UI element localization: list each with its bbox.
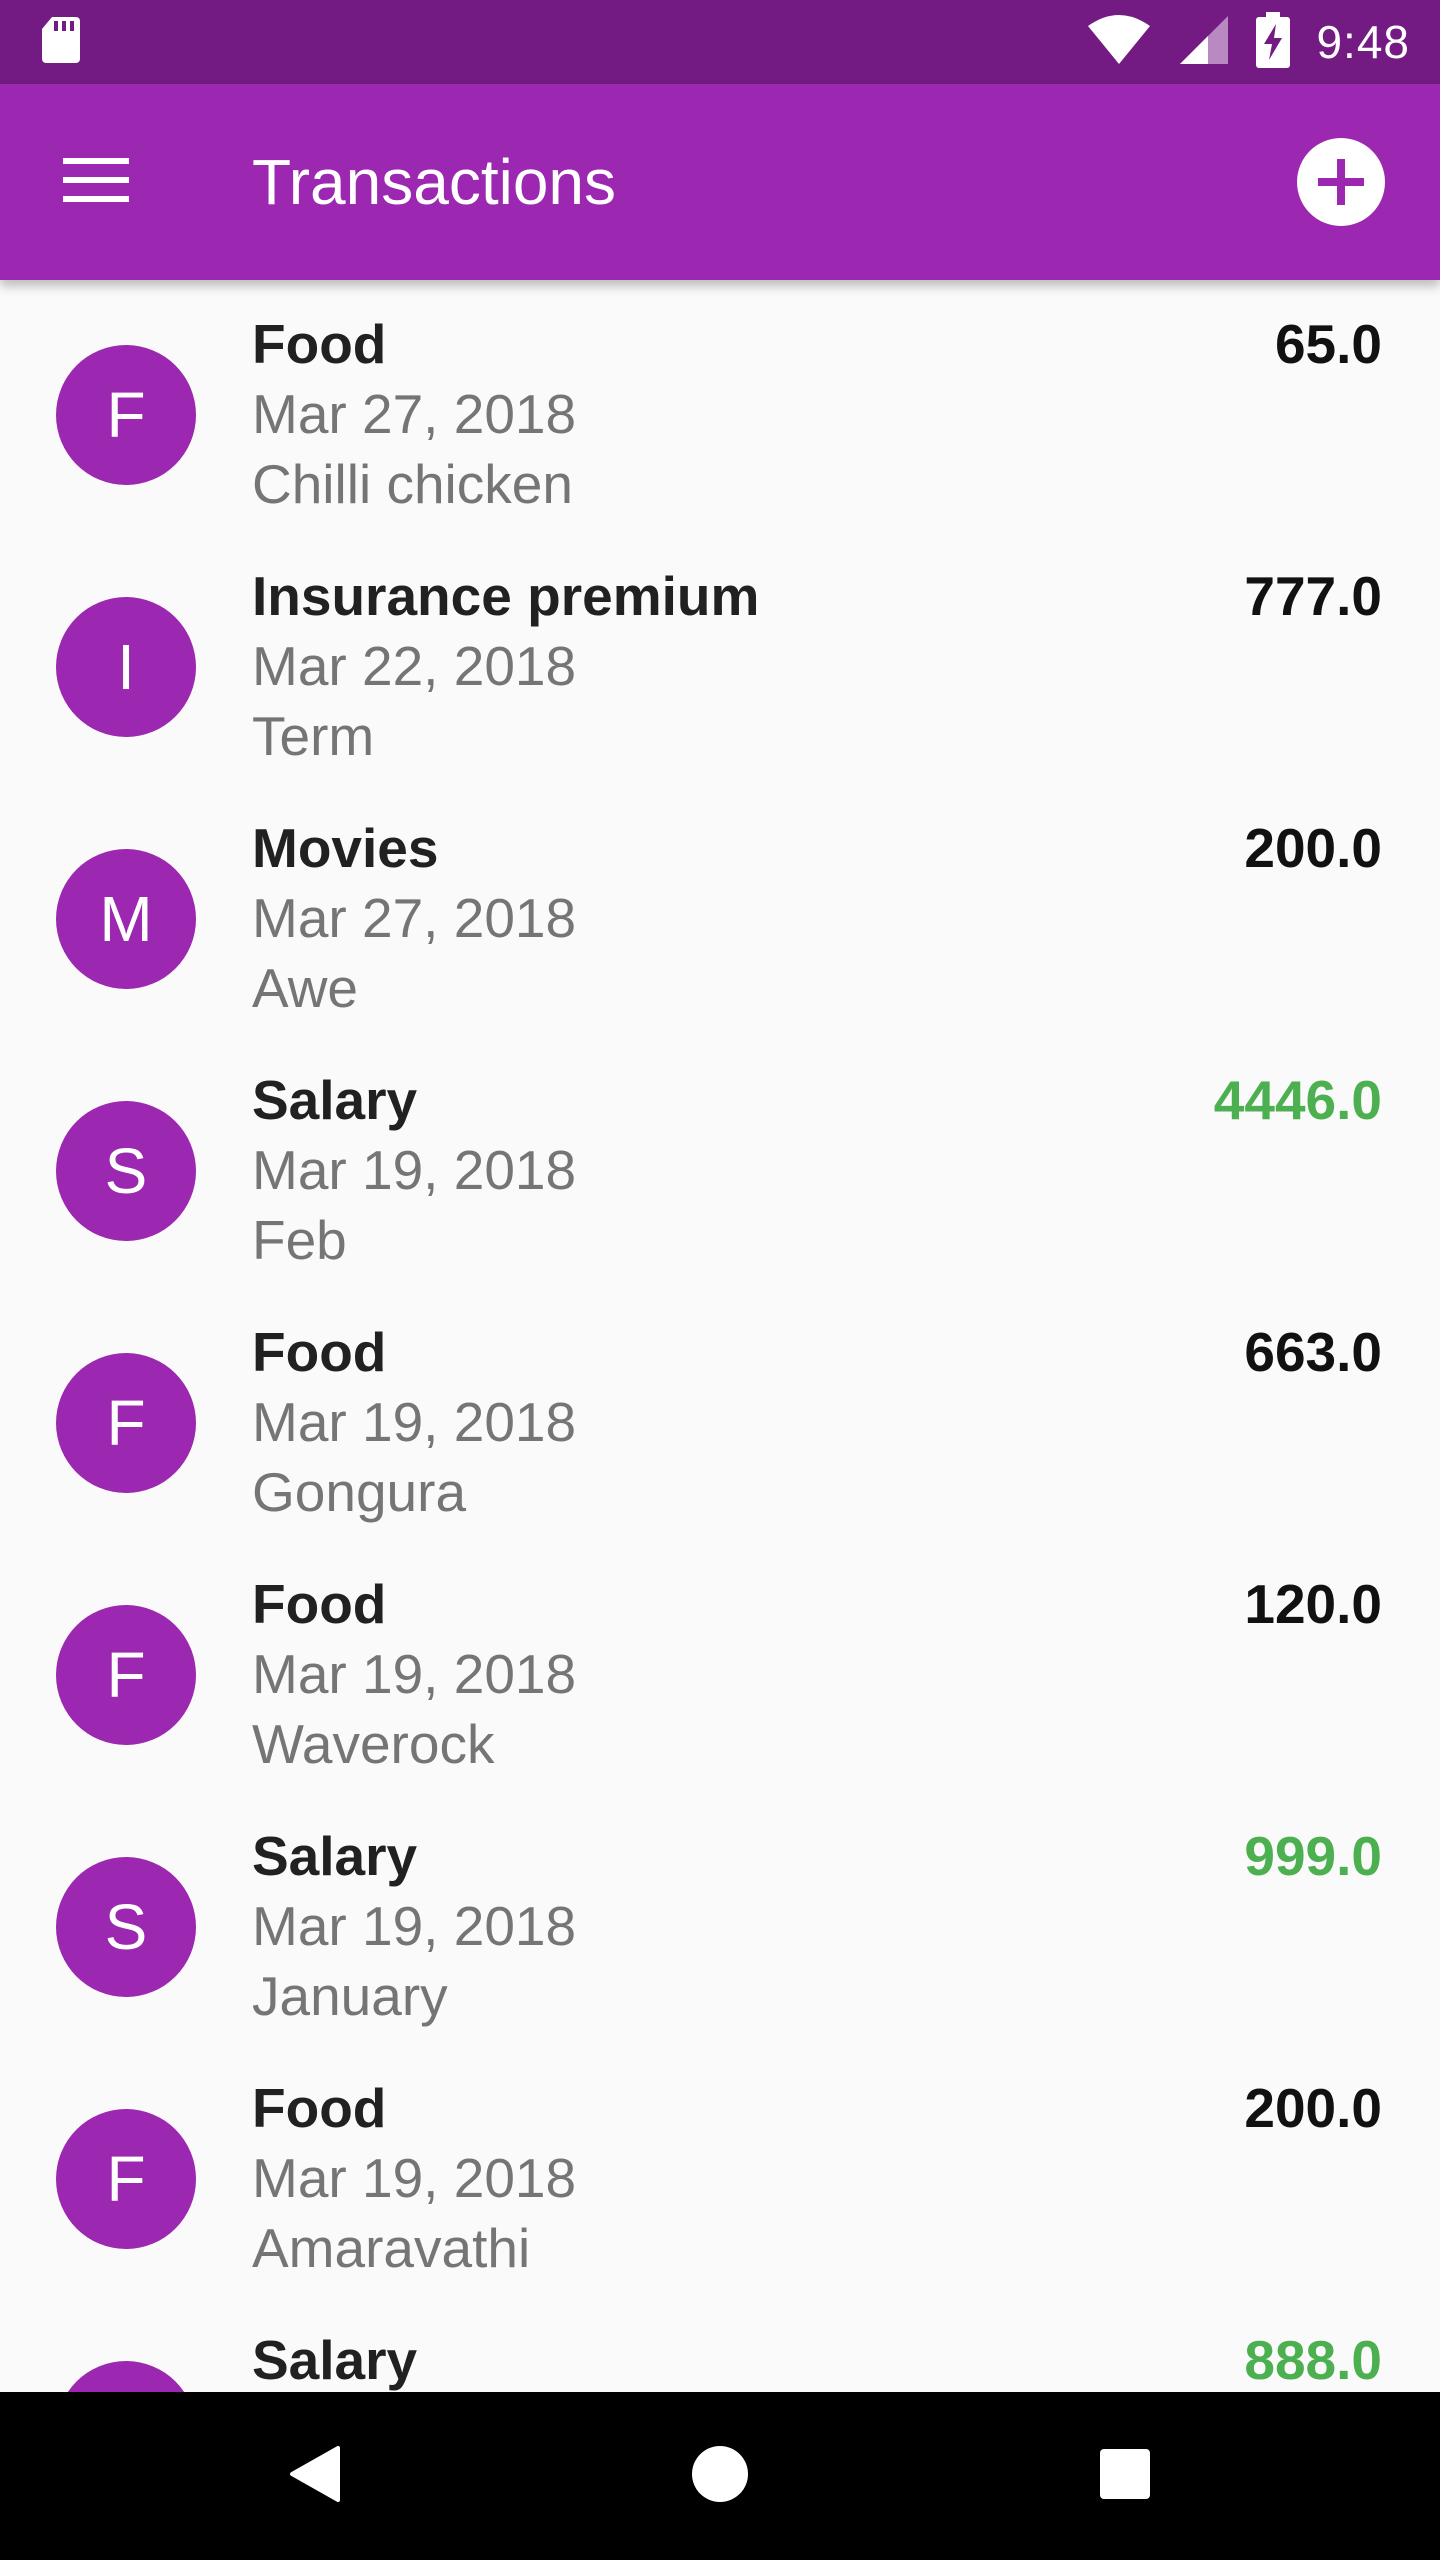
status-bar: 9:48 [0, 0, 1440, 84]
transaction-note: Chilli chicken [252, 453, 573, 515]
transaction-category: Insurance premium [252, 565, 760, 627]
transaction-row[interactable]: F Food Mar 19, 2018 Waverock 120.0 [0, 1540, 1440, 1792]
app-bar: Transactions [0, 84, 1440, 280]
transaction-date: Mar 19, 2018 [252, 1391, 577, 1453]
transaction-row[interactable]: F Food Mar 19, 2018 Amaravathi 200.0 [0, 2044, 1440, 2296]
transaction-note: Gongura [252, 1461, 467, 1523]
transaction-category: Salary [252, 1825, 418, 1887]
transaction-note: Awe [252, 957, 358, 1019]
transaction-date: Mar 19, 2018 [252, 2147, 577, 2209]
transaction-category: Salary [252, 2329, 418, 2391]
transaction-date: Mar 19, 2018 [252, 1643, 577, 1705]
transaction-note: Term [252, 705, 375, 767]
navigation-bar [0, 2392, 1440, 2560]
sd-card-icon [40, 15, 82, 70]
transaction-category: Salary [252, 1069, 418, 1131]
cell-signal-icon [1178, 14, 1230, 71]
transaction-date: Mar 27, 2018 [252, 887, 577, 949]
category-avatar: I [56, 597, 196, 737]
menu-button[interactable] [56, 142, 136, 222]
transaction-date: Mar 19, 2018 [252, 1139, 577, 1201]
category-avatar: S [56, 1857, 196, 1997]
page-title: Transactions [252, 146, 616, 218]
category-avatar: F [56, 2109, 196, 2249]
transaction-amount: 200.0 [1244, 2077, 1382, 2139]
category-avatar: S [56, 1101, 196, 1241]
transaction-note: Amaravathi [252, 2217, 531, 2279]
add-circle-icon [1296, 138, 1386, 231]
transaction-date: Mar 27, 2018 [252, 383, 577, 445]
transaction-category: Movies [252, 817, 439, 879]
battery-charging-icon [1256, 11, 1291, 73]
transaction-row[interactable]: S Salary Mar 19, 2018 January 999.0 [0, 1792, 1440, 2044]
transaction-date: Mar 22, 2018 [252, 635, 577, 697]
screen: 9:48 Transactions F Food Mar 27, 2018 Ch… [0, 0, 1440, 2560]
transaction-amount: 663.0 [1244, 1321, 1382, 1383]
back-button[interactable] [235, 2392, 395, 2560]
category-avatar: M [56, 849, 196, 989]
home-button[interactable] [640, 2392, 800, 2560]
back-triangle-icon [288, 2444, 342, 2509]
category-avatar: F [56, 1605, 196, 1745]
status-time: 9:48 [1316, 16, 1410, 68]
transaction-note: Feb [252, 1209, 347, 1271]
transaction-amount: 120.0 [1244, 1573, 1382, 1635]
transaction-category: Food [252, 2077, 387, 2139]
transaction-row[interactable]: S Salary Mar 19, 2018 Feb 4446.0 [0, 1036, 1440, 1288]
category-avatar: F [56, 345, 196, 485]
transaction-category: Food [252, 1573, 387, 1635]
recents-square-icon [1098, 2447, 1152, 2506]
transaction-row[interactable]: F Food Mar 19, 2018 Gongura 663.0 [0, 1288, 1440, 1540]
add-transaction-button[interactable] [1296, 137, 1386, 227]
transaction-date: Mar 19, 2018 [252, 1895, 577, 1957]
transaction-row[interactable]: M Movies Mar 27, 2018 Awe 200.0 [0, 784, 1440, 1036]
transaction-row[interactable]: F Food Mar 27, 2018 Chilli chicken 65.0 [0, 280, 1440, 532]
wifi-icon [1086, 14, 1152, 71]
transaction-category: Food [252, 313, 387, 375]
transaction-row[interactable]: S Salary 888.0 [0, 2296, 1440, 2392]
transaction-list[interactable]: F Food Mar 27, 2018 Chilli chicken 65.0 I Insu… [0, 280, 1440, 2392]
transaction-row[interactable]: I Insurance premium Mar 22, 2018 Term 777.0 [0, 532, 1440, 784]
recents-button[interactable] [1045, 2392, 1205, 2560]
transaction-amount: 777.0 [1244, 565, 1382, 627]
transaction-amount: 200.0 [1244, 817, 1382, 879]
transaction-category: Food [252, 1321, 387, 1383]
hamburger-menu-icon [63, 156, 129, 209]
transaction-amount: 65.0 [1274, 313, 1382, 375]
transaction-note: January [252, 1965, 448, 2027]
category-avatar: F [56, 1353, 196, 1493]
transaction-amount: 888.0 [1244, 2329, 1382, 2391]
category-avatar: S [56, 2361, 196, 2392]
transaction-amount: 4446.0 [1213, 1069, 1382, 1131]
home-circle-icon [691, 2445, 749, 2508]
transaction-note: Waverock [252, 1713, 495, 1775]
transaction-amount: 999.0 [1244, 1825, 1382, 1887]
